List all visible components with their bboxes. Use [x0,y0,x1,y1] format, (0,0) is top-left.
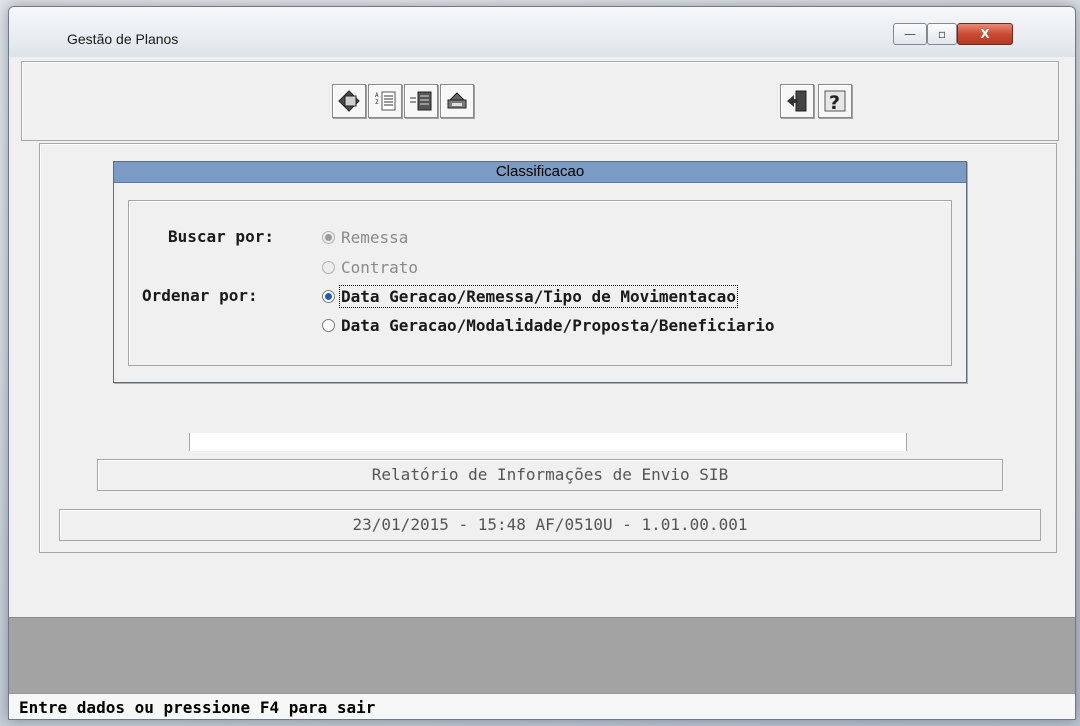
option-label: Contrato [341,257,419,277]
radio-icon [322,289,335,303]
sort-button[interactable]: A Z [368,84,402,118]
close-icon: X [980,27,990,41]
option-label: Data Geracao/Modalidade/Proposta/Benefic… [341,315,775,335]
help-icon: ? [824,90,846,114]
version-info-field: 23/01/2015 - 15:48 AF/0510U - 1.01.00.00… [59,509,1041,541]
report-title-field: Relatório de Informações de Envio SIB [97,459,1003,491]
maximize-icon: ▫ [937,27,947,41]
dialog-inner-frame [128,200,952,366]
status-message: Entre dados ou pressione F4 para sair [19,698,376,717]
cancel-icon [338,90,360,112]
minimize-button[interactable]: — [893,23,927,45]
option-label: Data Geracao/Remessa/Tipo de Movimentaca… [339,284,738,308]
svg-text:Z: Z [375,99,379,106]
window-title: Gestão de Planos [67,31,179,47]
order-option-remessa[interactable]: Data Geracao/Remessa/Tipo de Movimentaca… [322,284,738,308]
cancel-button[interactable] [332,84,366,118]
list-select-icon [410,91,432,111]
hidden-field-strip [189,433,907,451]
classification-dialog: Classificacao Buscar por: Remessa Contra… [113,161,967,383]
radio-icon [322,260,335,274]
close-button[interactable]: X [957,23,1013,45]
order-by-label: Ordenar por: [142,286,258,305]
print-icon [447,92,467,109]
app-window: Gestão de Planos — ▫ X A Z ? Classificac… [8,6,1076,720]
radio-icon [322,230,335,244]
help-button[interactable]: ? [818,84,852,118]
dialog-title: Classificacao [114,162,966,183]
print-button[interactable] [440,84,474,118]
order-option-modalidade[interactable]: Data Geracao/Modalidade/Proposta/Benefic… [322,314,774,336]
title-bar[interactable]: Gestão de Planos — ▫ X [9,7,1075,57]
exit-button[interactable] [780,84,814,118]
search-option-remessa: Remessa [322,226,408,248]
search-by-label: Buscar por: [168,227,274,246]
sort-list-icon: A Z [375,91,396,111]
selection-button[interactable] [404,84,438,118]
message-area [9,617,1075,694]
radio-icon [322,318,335,332]
svg-text:?: ? [829,92,840,114]
option-label: Remessa [341,227,409,247]
search-option-contrato: Contrato [322,256,418,278]
maximize-button[interactable]: ▫ [927,23,957,45]
status-bar: Entre dados ou pressione F4 para sair [9,693,1075,719]
svg-text:A: A [375,92,379,99]
exit-icon [787,90,807,112]
toolbar: A Z ? [21,61,1059,141]
minimize-icon: — [904,27,916,41]
client-area: A Z ? Classificacao Buscar por: Remessa … [9,57,1075,719]
